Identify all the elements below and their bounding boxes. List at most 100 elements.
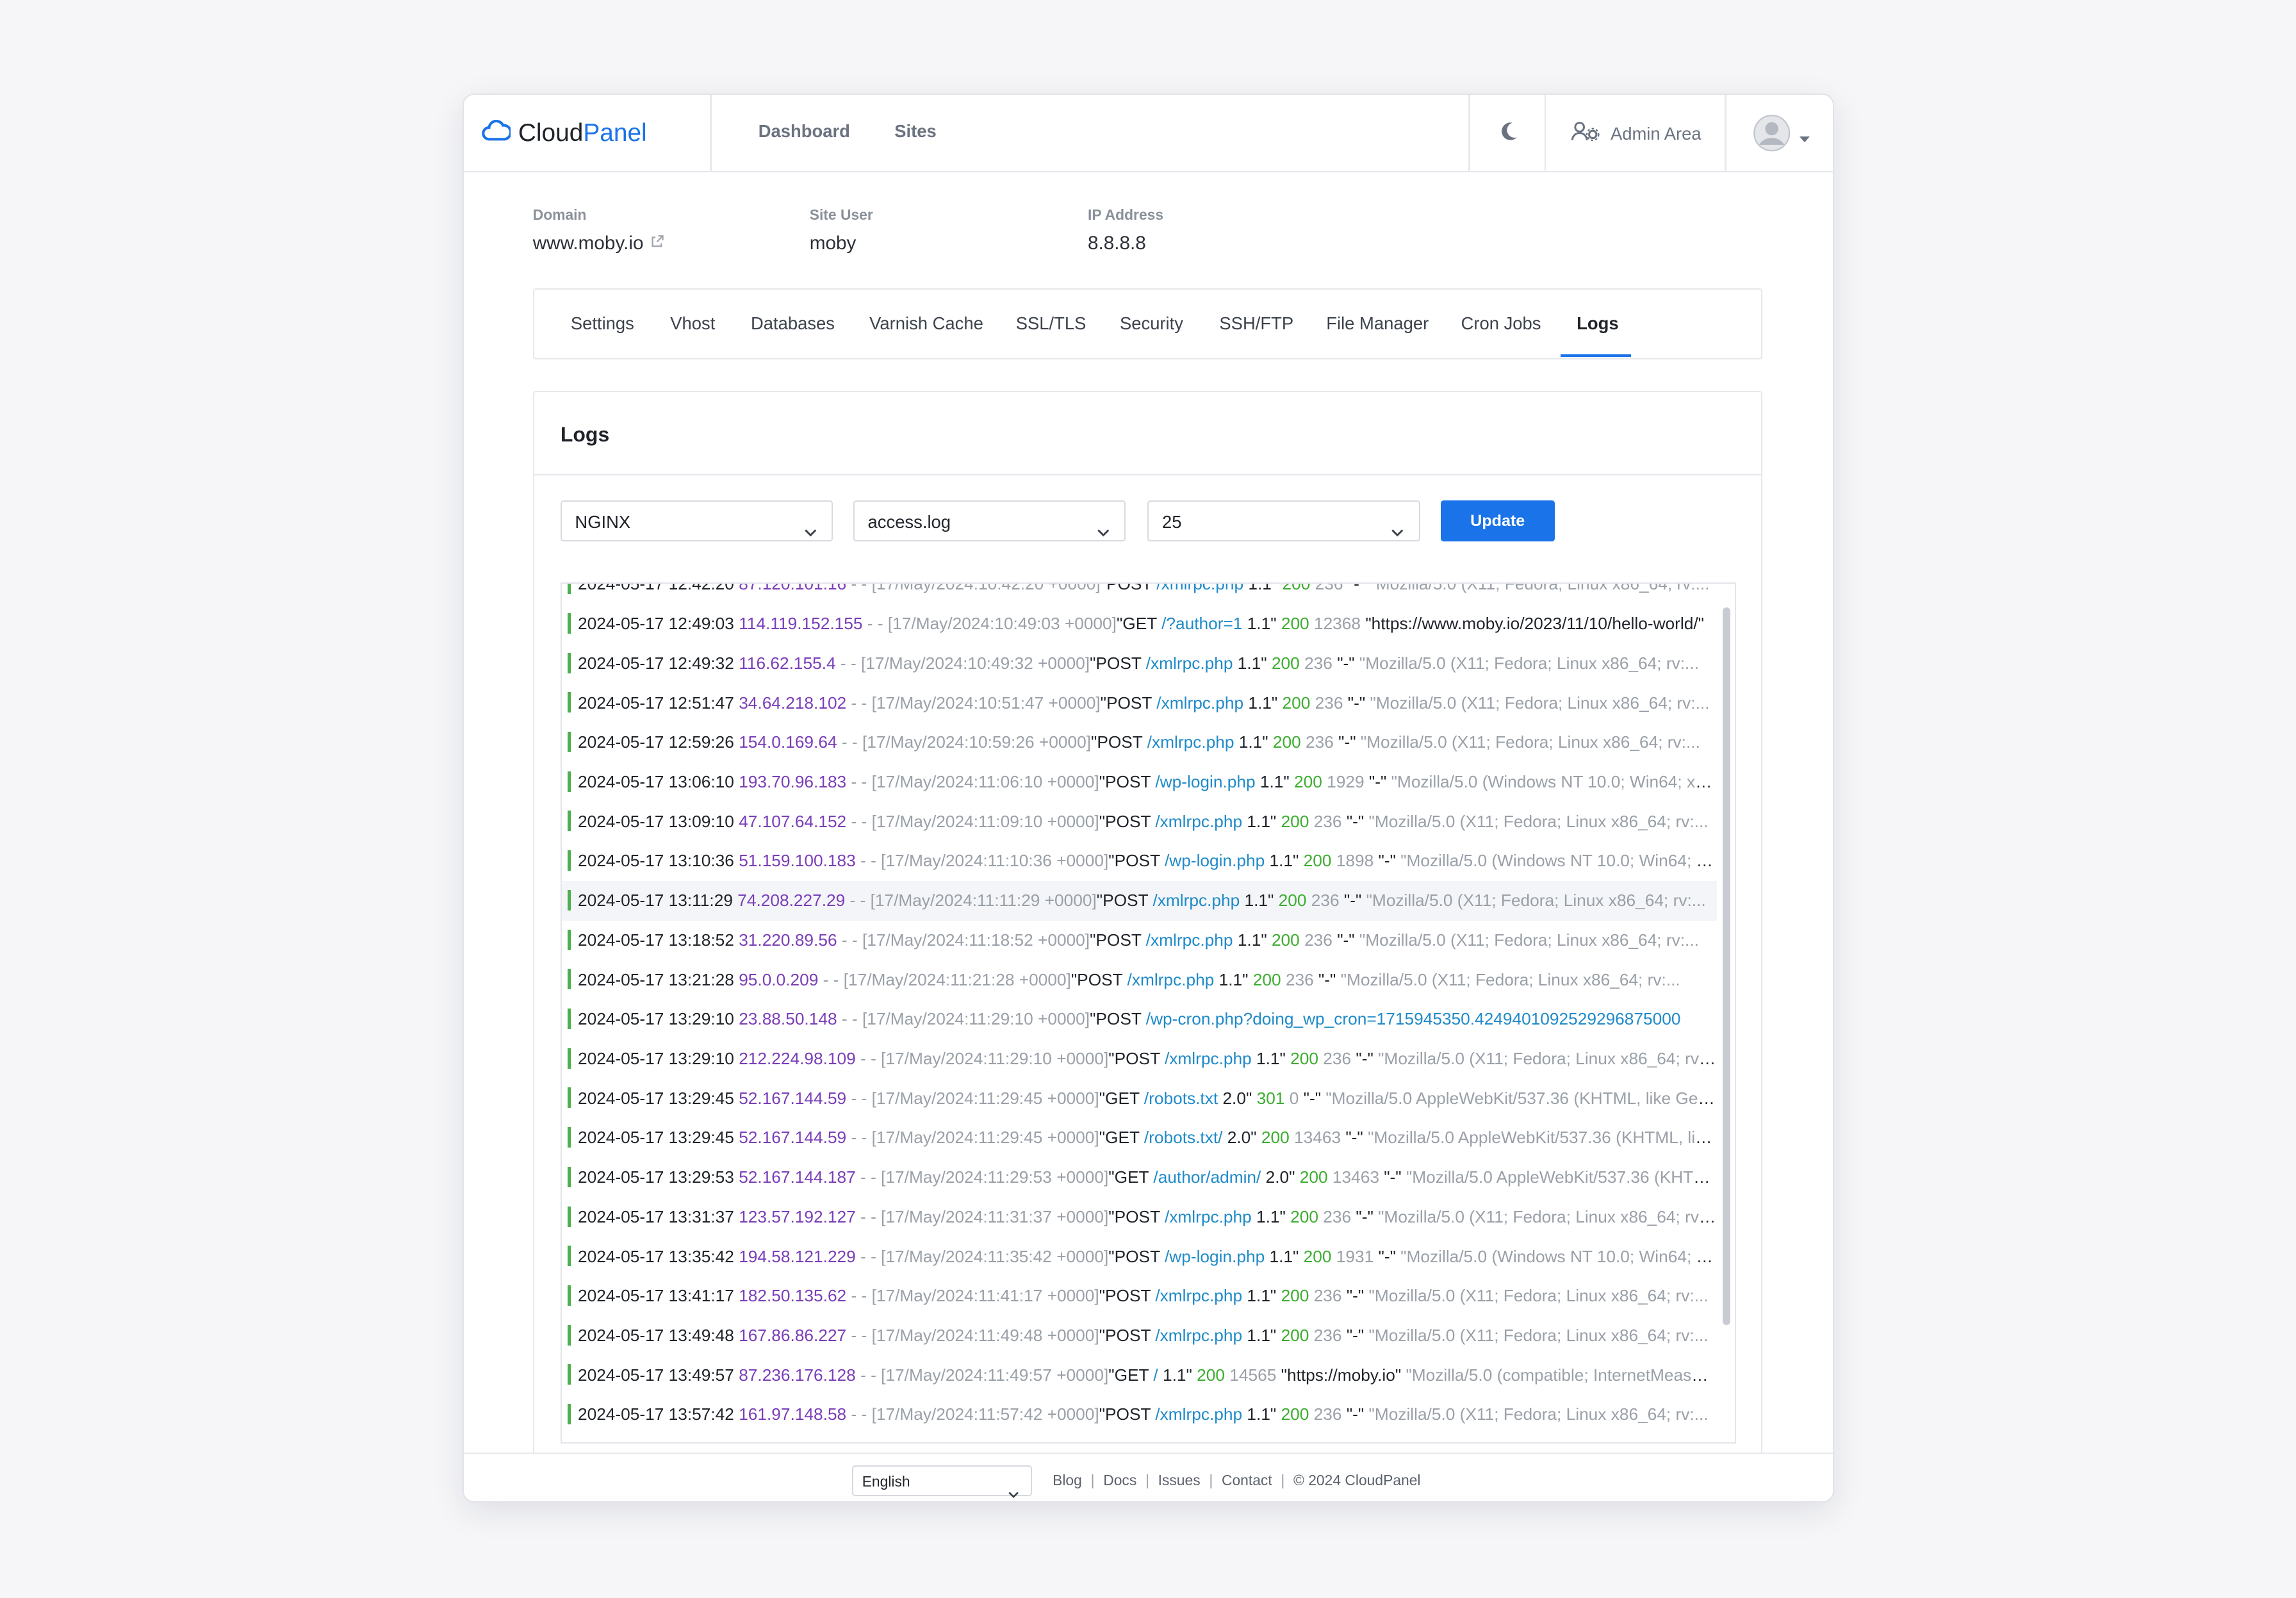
- tab-vhost[interactable]: Vhost: [670, 313, 715, 334]
- log-date: [17/May/2024:11:31:37 +0000]: [881, 1207, 1109, 1226]
- log-source-select[interactable]: NGINX: [560, 500, 833, 542]
- log-ua: "Mozilla/5.0 (Windows NT 10.0; Win64; x6…: [1391, 771, 1718, 791]
- log-dash: - -: [855, 1048, 882, 1068]
- log-ua: "Mozilla/5.0 (Windows NT 10.0; Win64; x6…: [1400, 851, 1718, 871]
- log-method: "POST: [1099, 811, 1156, 831]
- log-path: /xmlrpc.php: [1145, 653, 1233, 673]
- log-date: [17/May/2024:10:51:47 +0000]: [871, 693, 1101, 713]
- log-row: 2024-05-17 12:51:47 34.64.218.102 - - [1…: [562, 684, 1717, 723]
- footer-link-issues[interactable]: Issues: [1158, 1472, 1201, 1489]
- log-ua: "Mozilla/5.0 (X11; Fedora; Linux x86_64;…: [1368, 1404, 1709, 1424]
- log-output[interactable]: 2024-05-17 13:57:42 161.97.148.58 - - [1…: [560, 582, 1736, 1444]
- site-tabs: Settings Vhost Databases Varnish Cache S…: [532, 288, 1763, 360]
- log-row: 2024-05-17 13:57:42 161.97.148.58 - - [1…: [562, 1395, 1717, 1435]
- log-dash: - -: [846, 1404, 872, 1424]
- ip-address-value: 8.8.8.8: [1087, 233, 1146, 254]
- log-dash: - -: [846, 1128, 872, 1148]
- log-size: 236: [1309, 1404, 1347, 1424]
- admin-area-label: Admin Area: [1610, 123, 1702, 144]
- log-ref: "https://www.moby.io/2023/11/10/hello-wo…: [1365, 614, 1704, 634]
- log-path: /xmlrpc.php: [1152, 891, 1240, 910]
- log-size: 236: [1309, 1325, 1347, 1345]
- log-ref: "-": [1347, 693, 1370, 713]
- log-file-value: access.log: [867, 512, 951, 532]
- log-scrollbar[interactable]: [1723, 607, 1730, 1325]
- tab-file-manager[interactable]: File Manager: [1326, 313, 1429, 334]
- log-status: 200: [1282, 693, 1311, 713]
- log-row-marker: [567, 1206, 571, 1227]
- log-time: 2024-05-17 13:49:57: [577, 1365, 739, 1385]
- nav-dashboard[interactable]: Dashboard: [758, 121, 850, 142]
- log-dash: - -: [835, 653, 861, 673]
- log-date: [17/May/2024:11:29:10 +0000]: [881, 1048, 1109, 1068]
- log-row-marker: [567, 889, 571, 910]
- external-link-icon[interactable]: [650, 233, 664, 254]
- log-status: 200: [1303, 1246, 1332, 1266]
- log-proto: 1.1": [1234, 732, 1273, 752]
- log-status: 200: [1271, 930, 1300, 950]
- header-divider: [710, 95, 712, 172]
- log-time: 2024-05-17 13:49:48: [577, 1325, 739, 1345]
- tab-ssl-tls[interactable]: SSL/TLS: [1016, 313, 1086, 334]
- footer-link-blog[interactable]: Blog: [1053, 1472, 1082, 1489]
- ip-address-label: IP Address: [1087, 206, 1164, 223]
- log-method: "POST: [1099, 771, 1156, 791]
- log-path: /wp-login.php: [1155, 771, 1256, 791]
- log-time: 2024-05-17 13:29:10: [577, 1048, 739, 1068]
- tab-cron-jobs[interactable]: Cron Jobs: [1461, 313, 1541, 334]
- logo-text-panel: Panel: [583, 119, 647, 147]
- log-ip: 154.0.169.64: [739, 732, 837, 752]
- log-dash: - -: [862, 614, 888, 634]
- log-ua: "Mozilla/5.0 AppleWebKit/537.36 (KHTML, …: [1406, 1167, 1718, 1187]
- page-footer: English Blog | Docs | Issues | Contact |…: [464, 1453, 1833, 1501]
- log-method: "POST: [1090, 930, 1146, 950]
- log-ref: "-": [1345, 1128, 1368, 1148]
- cloudpanel-logo[interactable]: CloudPanel: [481, 115, 647, 151]
- tab-ssh-ftp[interactable]: SSH/FTP: [1219, 313, 1293, 334]
- tab-security[interactable]: Security: [1120, 313, 1183, 334]
- log-proto: 1.1": [1158, 1365, 1197, 1385]
- log-date: [17/May/2024:11:10:36 +0000]: [881, 851, 1109, 871]
- language-select[interactable]: English: [851, 1465, 1033, 1499]
- log-time: 2024-05-17 13:29:53: [577, 1167, 739, 1187]
- logo-text-cloud: Cloud: [518, 119, 584, 147]
- log-row: 2024-05-17 13:49:57 87.236.176.128 - - […: [562, 1356, 1717, 1396]
- log-proto: 1.1": [1242, 811, 1281, 831]
- log-status: 200: [1272, 732, 1301, 752]
- update-button[interactable]: Update: [1440, 500, 1555, 542]
- nav-sites[interactable]: Sites: [894, 121, 937, 142]
- log-proto: 1.1": [1242, 1286, 1281, 1306]
- tab-settings[interactable]: Settings: [571, 313, 634, 334]
- log-date: [17/May/2024:11:49:57 +0000]: [881, 1365, 1109, 1385]
- tab-databases[interactable]: Databases: [751, 313, 835, 334]
- domain-link[interactable]: www.moby.io: [533, 233, 644, 254]
- log-time: 2024-05-17 12:49:03: [577, 614, 739, 634]
- log-row: 2024-05-17 13:49:48 167.86.86.227 - - [1…: [562, 1316, 1717, 1356]
- log-file-select[interactable]: access.log: [853, 500, 1126, 542]
- log-method: "GET: [1116, 614, 1162, 634]
- log-method: "POST: [1100, 693, 1157, 713]
- log-proto: 1.1": [1242, 614, 1281, 634]
- log-row-marker: [567, 1166, 571, 1187]
- log-date: [17/May/2024:11:11:29 +0000]: [870, 891, 1097, 910]
- log-ua: "Mozilla/5.0 (X11; Fedora; Linux x86_64;…: [1370, 582, 1710, 594]
- moon-icon[interactable]: [1498, 120, 1518, 149]
- admin-area-link[interactable]: Admin Area: [1571, 120, 1702, 148]
- user-menu[interactable]: [1753, 114, 1810, 158]
- tab-logs[interactable]: Logs: [1577, 313, 1618, 334]
- footer-link-docs[interactable]: Docs: [1103, 1472, 1136, 1489]
- log-path: /xmlrpc.php: [1156, 693, 1244, 713]
- footer-copyright: © 2024 CloudPanel: [1293, 1471, 1421, 1488]
- log-ip: 116.62.155.4: [739, 653, 836, 673]
- top-header: CloudPanel Dashboard Sites Admin Area: [464, 95, 1833, 173]
- log-status: 200: [1303, 851, 1332, 871]
- footer-link-contact[interactable]: Contact: [1222, 1472, 1272, 1489]
- log-dash: - -: [855, 851, 882, 871]
- log-path: /robots.txt/: [1144, 1128, 1223, 1148]
- log-lines-select[interactable]: 25: [1147, 500, 1420, 542]
- log-date: [17/May/2024:11:18:52 +0000]: [862, 930, 1090, 950]
- domain-value[interactable]: www.moby.io: [533, 233, 664, 254]
- tab-varnish-cache[interactable]: Varnish Cache: [869, 313, 983, 334]
- log-path: /xmlrpc.php: [1127, 969, 1215, 989]
- log-proto: 1.1": [1240, 891, 1279, 910]
